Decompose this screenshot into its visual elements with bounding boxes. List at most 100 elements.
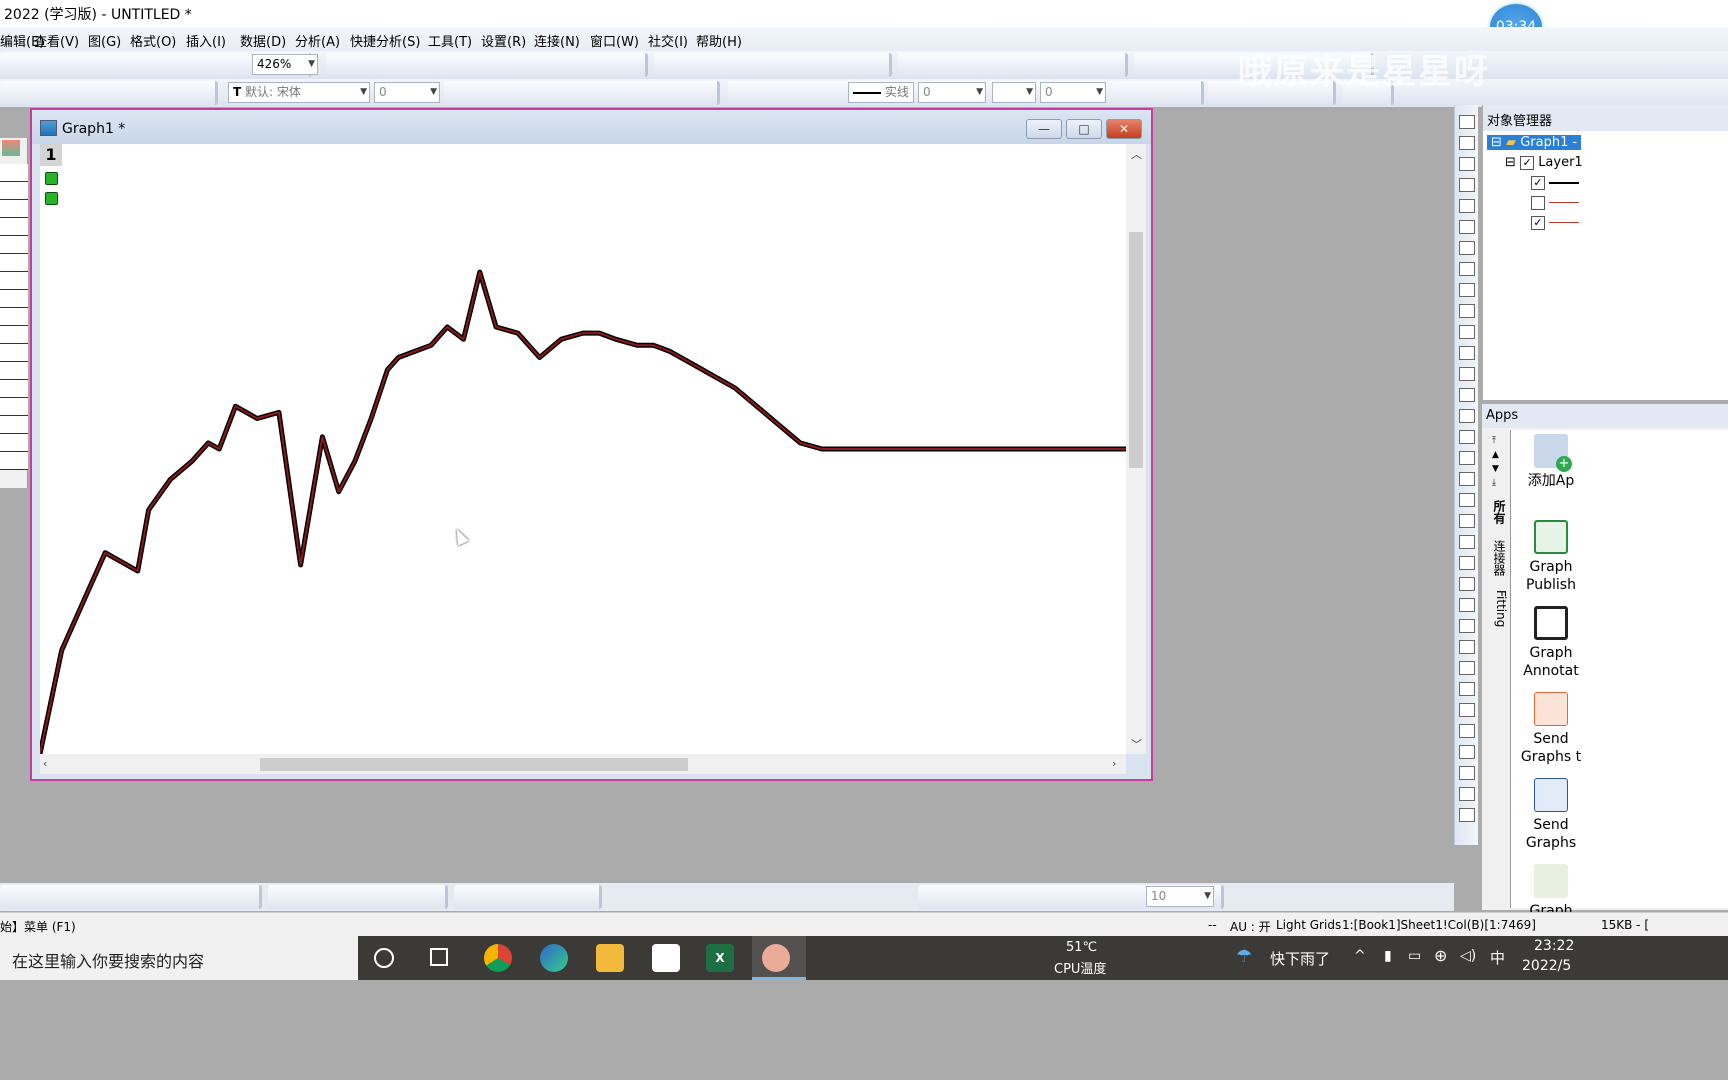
excel-icon[interactable]: X: [706, 944, 734, 972]
worksheet-row[interactable]: [0, 326, 28, 344]
battery-icon[interactable]: ▭: [1408, 948, 1421, 964]
line-width-dropdown[interactable]: 0 ▼: [918, 82, 986, 103]
microphone-icon[interactable]: ▮: [1384, 948, 1392, 964]
ime-indicator[interactable]: 中: [1490, 947, 1505, 968]
layout-tool-icon[interactable]: [1459, 241, 1475, 255]
taskbar-search-box[interactable]: 在这里输入你要搜索的内容: [0, 936, 358, 980]
weather-umbrella-icon[interactable]: ☂: [1236, 946, 1252, 967]
menu-item[interactable]: 数据(D): [240, 31, 286, 50]
worksheet-row[interactable]: [0, 398, 28, 416]
layout-tool-icon[interactable]: [1459, 514, 1475, 528]
layout-tool-icon[interactable]: [1459, 283, 1475, 297]
app-graph-publisher[interactable]: Graph Publish: [1511, 520, 1591, 594]
layout-tool-icon[interactable]: [1459, 640, 1475, 654]
edge-icon[interactable]: [540, 944, 568, 972]
plot-visible-checkbox[interactable]: ✓: [1531, 215, 1545, 230]
layout-tool-icon[interactable]: [1459, 766, 1475, 780]
tree-item-graph1[interactable]: ⊟ ▰ Graph1 -: [1487, 135, 1582, 150]
scroll-right-icon[interactable]: ›: [1112, 757, 1116, 770]
layout-tool-icon[interactable]: [1459, 367, 1475, 381]
layout-tool-icon[interactable]: [1459, 346, 1475, 360]
layout-tool-icon[interactable]: [1459, 472, 1475, 486]
layout-tool-icon[interactable]: [1459, 199, 1475, 213]
color-dropdown[interactable]: ▼: [992, 82, 1036, 103]
tree-item-plot[interactable]: [1531, 195, 1580, 210]
menu-item[interactable]: 设置(R): [481, 31, 526, 50]
app-send-graphs-word[interactable]: Send Graphs: [1511, 778, 1591, 852]
file-explorer-icon[interactable]: [596, 944, 624, 972]
layout-tool-icon[interactable]: [1459, 682, 1475, 696]
graph-window-titlebar[interactable]: Graph1 * — □ ✕: [32, 110, 1151, 144]
clock-time[interactable]: 23:22: [1534, 938, 1574, 954]
worksheet-row[interactable]: [0, 452, 28, 470]
series-line[interactable]: [40, 271, 1126, 754]
app-graph-annotator[interactable]: Graph Annotat: [1511, 606, 1591, 680]
minimize-button[interactable]: —: [1026, 119, 1062, 139]
menu-item[interactable]: 连接(N): [534, 31, 580, 50]
layout-tool-icon[interactable]: [1459, 304, 1475, 318]
worksheet-row[interactable]: [0, 164, 28, 182]
apps-tab-connectors[interactable]: 连接器: [1486, 540, 1508, 576]
layout-tool-icon[interactable]: [1459, 703, 1475, 717]
status-autoupdate[interactable]: AU : 开: [1230, 918, 1271, 935]
worksheet-row[interactable]: [0, 416, 28, 434]
layout-tool-icon[interactable]: [1459, 157, 1475, 171]
horizontal-scrollbar[interactable]: ‹ ›: [40, 754, 1126, 774]
clock-date[interactable]: 2022/5: [1522, 958, 1571, 974]
tree-item-plot[interactable]: ✓: [1531, 215, 1580, 230]
apps-tab-all[interactable]: 所有: [1486, 500, 1508, 524]
layout-tool-icon[interactable]: [1459, 619, 1475, 633]
close-button[interactable]: ✕: [1106, 119, 1142, 139]
menu-item[interactable]: 查看(V): [34, 31, 79, 50]
app-send-graphs-ppt[interactable]: Send Graphs t: [1511, 692, 1591, 766]
layout-tool-icon[interactable]: [1459, 325, 1475, 339]
menu-item[interactable]: 社交(I): [648, 31, 688, 50]
layout-tool-icon[interactable]: [1459, 430, 1475, 444]
layout-tool-icon[interactable]: [1459, 262, 1475, 276]
layout-tool-icon[interactable]: [1459, 724, 1475, 738]
volume-icon[interactable]: ◁): [1460, 948, 1476, 964]
tree-item-layer1[interactable]: ⊟ ✓ Layer1: [1505, 155, 1583, 170]
menu-item[interactable]: 图(G): [88, 31, 121, 50]
worksheet-row[interactable]: [0, 236, 28, 254]
horizontal-scroll-thumb[interactable]: [260, 758, 688, 771]
worksheet-row[interactable]: [0, 254, 28, 272]
layout-tool-icon[interactable]: [1459, 535, 1475, 549]
worksheet-row[interactable]: [0, 200, 28, 218]
layout-tool-icon[interactable]: [1459, 409, 1475, 423]
menu-item[interactable]: 工具(T): [428, 31, 472, 50]
layout-tool-icon[interactable]: [1459, 451, 1475, 465]
layout-tool-icon[interactable]: [1459, 577, 1475, 591]
layout-tool-icon[interactable]: [1459, 178, 1475, 192]
menu-item[interactable]: 分析(A): [295, 31, 340, 50]
vertical-scrollbar[interactable]: ︿ ﹀: [1126, 144, 1146, 754]
layout-tool-icon[interactable]: [1459, 598, 1475, 612]
graph-canvas[interactable]: 1: [40, 144, 1126, 754]
plot-visible-checkbox[interactable]: [1531, 195, 1545, 210]
graph-window[interactable]: Graph1 * — □ ✕ 1 ︿ ﹀ ‹ ›: [30, 108, 1153, 781]
collapse-icon[interactable]: ⊟: [1505, 155, 1516, 170]
font-size-dropdown[interactable]: 0 ▼: [374, 82, 440, 103]
menu-item[interactable]: 快捷分析(S): [350, 31, 420, 50]
lock-icon[interactable]: [45, 192, 58, 205]
zoom-dropdown[interactable]: 426% ▼: [252, 54, 318, 75]
layout-tool-icon[interactable]: [1459, 136, 1475, 150]
network-globe-icon[interactable]: ⊕: [1434, 946, 1447, 965]
layer-number-badge[interactable]: 1: [40, 144, 62, 166]
apps-tab-fitting[interactable]: Fitting: [1486, 590, 1508, 627]
chrome-icon[interactable]: [484, 944, 512, 972]
weather-text[interactable]: 快下雨了: [1270, 948, 1330, 969]
task-view-icon[interactable]: [430, 948, 448, 966]
scroll-up-icon[interactable]: ︿: [1131, 146, 1142, 162]
lock-icon[interactable]: [45, 172, 58, 185]
worksheet-row[interactable]: [0, 218, 28, 236]
tray-expand-icon[interactable]: ^: [1354, 948, 1366, 964]
layout-tool-icon[interactable]: [1459, 556, 1475, 570]
worksheet-row[interactable]: [0, 182, 28, 200]
layout-tool-icon[interactable]: [1459, 388, 1475, 402]
maximize-button[interactable]: □: [1066, 119, 1102, 139]
collapse-icon[interactable]: ⊟: [1491, 135, 1502, 150]
scroll-down-icon[interactable]: ﹀: [1131, 736, 1142, 752]
plot-visible-checkbox[interactable]: ✓: [1531, 175, 1545, 190]
pattern-width-dropdown[interactable]: 0 ▼: [1040, 82, 1106, 103]
